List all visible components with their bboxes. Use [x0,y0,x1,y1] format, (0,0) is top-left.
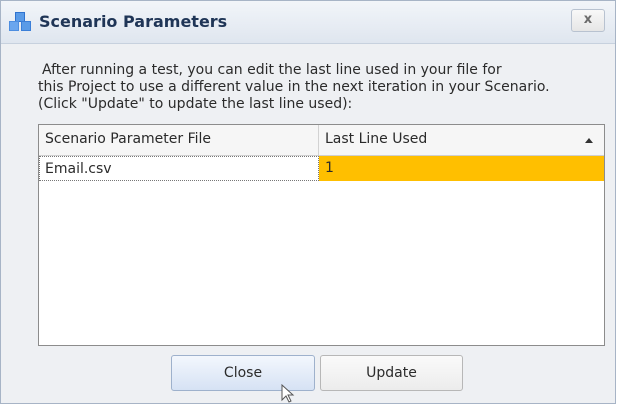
instruction-line-3: (Click "Update" to update the last line … [38,96,353,112]
window-close-button[interactable]: x [571,9,605,32]
column-header-last-line-used-label: Last Line Used [325,131,428,147]
mouse-pointer-icon [281,384,295,403]
file-cell[interactable]: Email.csv [39,156,319,181]
update-button[interactable]: Update [320,355,463,391]
column-header-scenario-parameter-file[interactable]: Scenario Parameter File [39,125,319,155]
instruction-line-2: this Project to use a different value in… [38,79,550,95]
table-header: Scenario Parameter File Last Line Used [39,125,604,156]
column-header-last-line-used[interactable]: Last Line Used [319,125,604,155]
dialog-title: Scenario Parameters [39,12,228,31]
sort-ascending-icon [585,138,593,143]
scenario-cubes-icon [9,12,31,31]
last-line-used-cell[interactable]: 1 [319,156,604,181]
table-row[interactable]: Email.csv 1 [39,156,604,181]
scenario-parameters-dialog: Scenario Parameters x After running a te… [0,0,616,404]
titlebar[interactable]: Scenario Parameters x [1,1,615,44]
instruction-text: After running a test, you can edit the l… [38,62,606,122]
close-icon: x [583,12,593,27]
instruction-line-1: After running a test, you can edit the l… [42,62,502,78]
scenario-parameter-table: Scenario Parameter File Last Line Used E… [38,124,605,346]
